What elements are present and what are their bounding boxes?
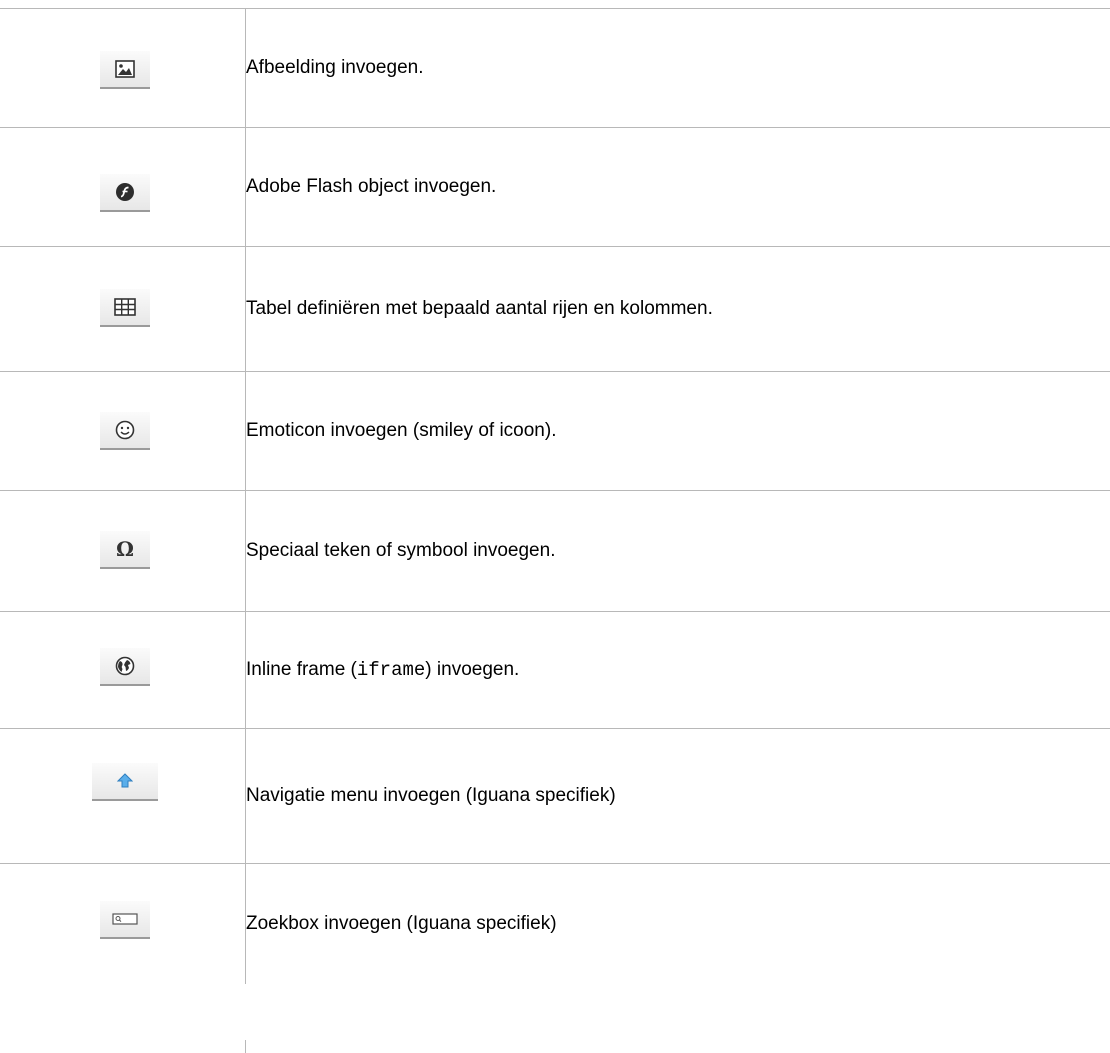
- searchbox-icon: [112, 912, 138, 926]
- smiley-icon: [115, 420, 135, 440]
- row-description: Navigatie menu invoegen (Iguana specifie…: [246, 785, 616, 806]
- description-cell: Zoekbox invoegen (Iguana specifiek): [245, 863, 1110, 984]
- row-description: Afbeelding invoegen.: [246, 57, 424, 78]
- icon-cell: [0, 371, 246, 491]
- row-description: Speciaal teken of symbool invoegen.: [246, 540, 556, 561]
- table-row: Adobe Flash object invoegen.: [0, 127, 1110, 247]
- insert-navigation-menu-button[interactable]: [92, 763, 158, 801]
- arrow-up-icon: [117, 773, 133, 789]
- row-description-after: ) invoegen.: [425, 659, 520, 680]
- icon-cell: [0, 611, 246, 729]
- row-description: Tabel definiëren met bepaald aantal rije…: [246, 298, 713, 319]
- description-cell: Adobe Flash object invoegen.: [245, 127, 1110, 247]
- globe-icon: [115, 656, 135, 676]
- flash-icon: [115, 182, 135, 202]
- table-row: Emoticon invoegen (smiley of icoon).: [0, 371, 1110, 491]
- description-cell: Navigatie menu invoegen (Iguana specifie…: [245, 728, 1110, 864]
- icon-cell: [0, 728, 246, 864]
- row-description: Zoekbox invoegen (Iguana specifiek): [246, 913, 557, 934]
- toolbar-reference-table: Afbeelding invoegen. Adobe Flash object …: [0, 8, 1110, 984]
- row-description-before: Inline frame (: [246, 659, 357, 680]
- table-row: Navigatie menu invoegen (Iguana specifie…: [0, 728, 1110, 864]
- table-row: Afbeelding invoegen.: [0, 8, 1110, 128]
- description-cell: Emoticon invoegen (smiley of icoon).: [245, 371, 1110, 491]
- insert-image-button[interactable]: [100, 51, 150, 89]
- omega-icon: Ω: [113, 539, 137, 559]
- description-cell: Tabel definiëren met bepaald aantal rije…: [245, 246, 1110, 372]
- table-row: Zoekbox invoegen (Iguana specifiek): [0, 863, 1110, 984]
- icon-cell: Ω: [0, 490, 246, 612]
- row-description: Emoticon invoegen (smiley of icoon).: [246, 420, 557, 441]
- table-row: Tabel definiëren met bepaald aantal rije…: [0, 246, 1110, 372]
- table-row: Inline frame (iframe) invoegen.: [0, 611, 1110, 729]
- icon-cell: [0, 863, 246, 984]
- insert-flash-button[interactable]: [100, 174, 150, 212]
- image-icon: [115, 60, 135, 78]
- insert-table-button[interactable]: [100, 289, 150, 327]
- table-row: Ω Speciaal teken of symbool invoegen.: [0, 490, 1110, 612]
- insert-emoticon-button[interactable]: [100, 412, 150, 450]
- table-icon: [114, 298, 136, 316]
- insert-special-character-button[interactable]: Ω: [100, 531, 150, 569]
- icon-cell: [0, 8, 246, 128]
- icon-cell: [0, 246, 246, 372]
- column-divider: [245, 1040, 246, 1053]
- row-description: Adobe Flash object invoegen.: [246, 176, 497, 197]
- insert-iframe-button[interactable]: [100, 648, 150, 686]
- description-cell: Speciaal teken of symbool invoegen.: [245, 490, 1110, 612]
- svg-text:Ω: Ω: [116, 539, 134, 559]
- insert-searchbox-button[interactable]: [100, 901, 150, 939]
- code-term: iframe: [356, 659, 426, 681]
- icon-cell: [0, 127, 246, 247]
- description-cell: Afbeelding invoegen.: [245, 8, 1110, 128]
- description-cell: Inline frame (iframe) invoegen.: [245, 611, 1110, 729]
